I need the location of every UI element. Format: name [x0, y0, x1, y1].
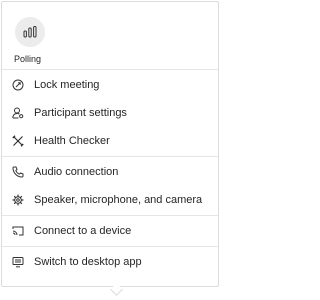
health-checker-icon — [12, 135, 24, 147]
speaker-mic-camera-item[interactable]: Speaker, microphone, and camera — [2, 186, 218, 214]
menu-group-device: Connect to a device — [2, 216, 218, 246]
audio-connection-label: Audio connection — [34, 166, 119, 178]
menu-group-audio-video: Audio connection Speaker, microphone, an… — [2, 157, 218, 215]
switch-to-desktop-app-label: Switch to desktop app — [34, 256, 142, 268]
quick-actions: Polling — [2, 2, 218, 69]
menu-group-desktop: Switch to desktop app — [2, 247, 218, 277]
menu-group-meeting: Lock meeting Participant settings Health… — [2, 70, 218, 156]
participant-settings-label: Participant settings — [34, 107, 127, 119]
switch-to-desktop-app-item[interactable]: Switch to desktop app — [2, 248, 218, 276]
connect-to-device-item[interactable]: Connect to a device — [2, 217, 218, 245]
desktop-app-icon — [12, 256, 24, 268]
lock-meeting-label: Lock meeting — [34, 79, 100, 91]
audio-connection-item[interactable]: Audio connection — [2, 158, 218, 186]
gear-icon — [12, 194, 24, 206]
connect-to-device-label: Connect to a device — [34, 225, 132, 237]
phone-icon — [12, 166, 24, 178]
more-options-menu: Polling Lock meeting Participant setting… — [1, 1, 219, 287]
participant-settings-icon — [12, 107, 24, 119]
polling-label: Polling — [14, 54, 42, 64]
lock-meeting-icon — [12, 79, 24, 91]
cast-icon — [12, 225, 24, 237]
health-checker-item[interactable]: Health Checker — [2, 127, 218, 155]
polling-icon — [15, 17, 45, 47]
participant-settings-item[interactable]: Participant settings — [2, 99, 218, 127]
health-checker-label: Health Checker — [34, 135, 110, 147]
lock-meeting-item[interactable]: Lock meeting — [2, 71, 218, 99]
polling-button[interactable]: Polling — [14, 17, 54, 65]
speaker-mic-camera-label: Speaker, microphone, and camera — [34, 194, 203, 206]
